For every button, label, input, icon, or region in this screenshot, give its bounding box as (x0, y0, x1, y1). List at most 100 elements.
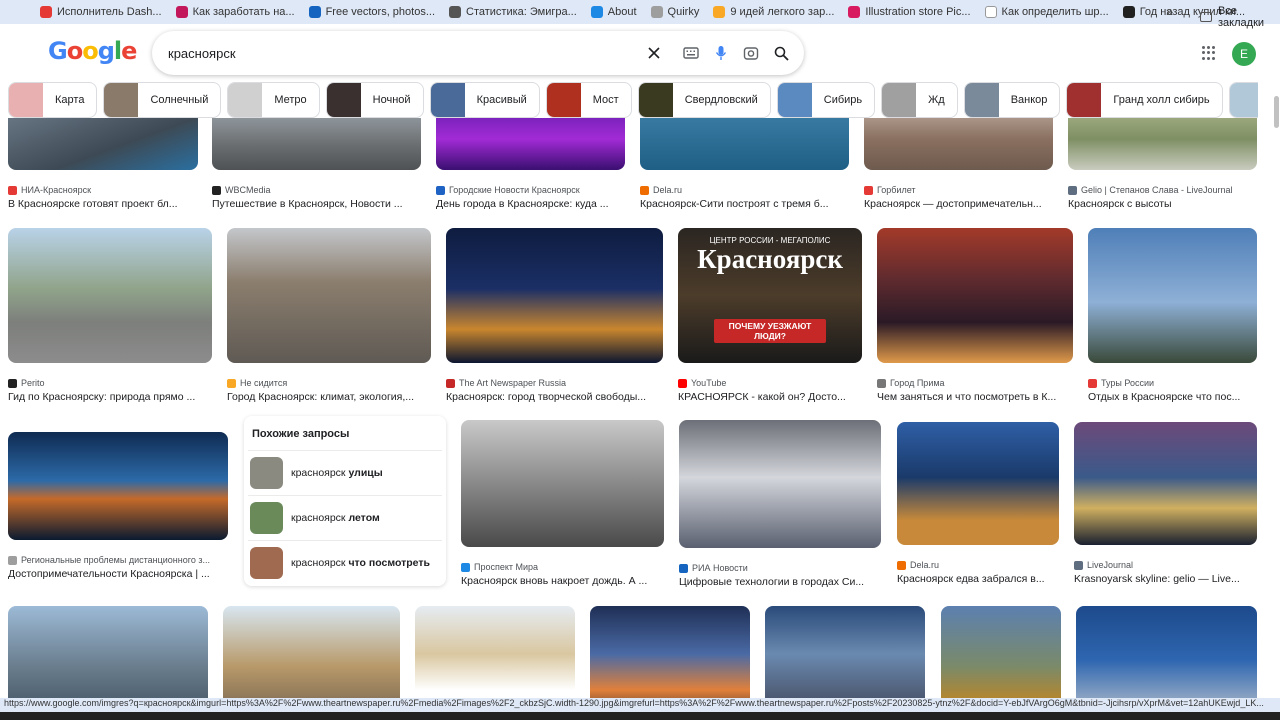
result-thumbnail[interactable] (212, 118, 421, 170)
result-thumbnail[interactable] (1068, 118, 1257, 170)
filter-chip[interactable]: Сибирь (776, 82, 876, 118)
result-thumbnail[interactable] (1074, 422, 1257, 545)
result-source[interactable]: НИА-Красноярск (8, 185, 198, 195)
result-title[interactable]: Город Красноярск: климат, экология,... (227, 391, 431, 403)
result-title[interactable]: Красноярск: город творческой свободы... (446, 391, 663, 403)
bookmark-item[interactable]: Free vectors, photos... (308, 6, 435, 18)
bookmark-item[interactable]: Как определить шр... (984, 6, 1109, 18)
related-search-item[interactable]: красноярск летом (248, 495, 442, 539)
result-thumbnail[interactable]: ЦЕНТР РОССИИ - МЕГАПОЛИС Красноярск ПОЧЕМУ… (678, 228, 862, 363)
result-thumbnail[interactable] (227, 228, 431, 363)
image-result[interactable] (1076, 606, 1257, 698)
filter-chip[interactable]: Ванкор (963, 82, 1061, 118)
result-title[interactable]: Гид по Красноярску: природа прямо ... (8, 391, 212, 403)
result-thumbnail[interactable] (8, 228, 212, 363)
filter-chip[interactable]: Ночной (325, 82, 424, 118)
filter-chip[interactable]: Мост (545, 82, 632, 118)
bookmark-item[interactable]: About (590, 6, 637, 18)
image-result[interactable] (461, 420, 664, 547)
result-title[interactable]: Цифровые технологии в городах Си... (679, 576, 881, 588)
keyboard-icon[interactable] (680, 42, 702, 64)
result-source[interactable]: РИА Новости (679, 563, 881, 573)
image-result[interactable] (897, 422, 1059, 545)
bookmark-item[interactable]: Статистика: Эмигра... (449, 6, 577, 18)
filter-chip[interactable]: Гранд холл сибирь (1066, 82, 1223, 118)
result-title[interactable]: Красноярск едва забрался в... (897, 573, 1059, 585)
image-result[interactable] (1068, 118, 1257, 170)
result-thumbnail[interactable] (436, 118, 625, 170)
image-result[interactable] (227, 228, 431, 363)
result-thumbnail[interactable] (590, 606, 750, 698)
result-title[interactable]: КРАСНОЯРСК - какой он? Досто... (678, 391, 862, 403)
result-source[interactable]: Проспект Мира (461, 562, 664, 572)
camera-lens-icon[interactable] (740, 42, 762, 64)
result-title[interactable]: Красноярск — достопримечательн... (864, 198, 1053, 210)
result-source[interactable]: Gelio | Степанов Слава - LiveJournal (1068, 185, 1257, 195)
image-result[interactable] (877, 228, 1073, 363)
filter-chip[interactable]: Солнечный (103, 82, 222, 118)
result-source[interactable]: Горбилет (864, 185, 1053, 195)
bookmark-item[interactable]: 9 идей легкого зар... (713, 6, 834, 18)
google-logo[interactable]: Google (48, 37, 137, 65)
result-title[interactable]: Krasnoyarsk skyline: gelio — Live... (1074, 573, 1257, 585)
filter-chip[interactable]: Зи (1228, 82, 1258, 118)
related-search-item[interactable]: красноярск что посмотреть (248, 540, 442, 584)
image-result[interactable] (1088, 228, 1257, 363)
avatar[interactable]: E (1232, 42, 1256, 66)
result-thumbnail[interactable] (223, 606, 400, 698)
result-title[interactable]: Чем заняться и что посмотреть в К... (877, 391, 1073, 403)
filter-chip[interactable]: Свердловский (637, 82, 771, 118)
result-source[interactable]: Туры России (1088, 378, 1257, 388)
result-thumbnail[interactable] (1076, 606, 1257, 698)
result-source[interactable]: Региональные проблемы дистанционного з..… (8, 555, 228, 565)
result-title[interactable]: Красноярск-Сити построят с тремя б... (640, 198, 849, 210)
image-result[interactable] (223, 606, 400, 698)
image-result[interactable] (212, 118, 421, 170)
bookmark-item[interactable]: Illustration store Pic... (848, 6, 971, 18)
image-result[interactable] (765, 606, 925, 698)
microphone-icon[interactable] (710, 42, 732, 64)
result-title[interactable]: Путешествие в Красноярск, Новости ... (212, 198, 421, 210)
result-thumbnail[interactable] (679, 420, 881, 548)
result-thumbnail[interactable] (941, 606, 1061, 698)
result-source[interactable]: Dela.ru (897, 560, 1059, 570)
image-result[interactable] (446, 228, 663, 363)
result-title[interactable]: Достопримечательности Красноярска | ... (8, 568, 228, 580)
image-result[interactable] (8, 606, 208, 698)
result-title[interactable]: Отдых в Красноярске что пос... (1088, 391, 1257, 403)
clear-icon[interactable] (643, 42, 665, 64)
google-apps-icon[interactable] (1202, 46, 1216, 60)
filter-chip[interactable]: Карта (8, 82, 98, 118)
result-source[interactable]: Город Прима (877, 378, 1073, 388)
result-thumbnail[interactable] (864, 118, 1053, 170)
filter-chip[interactable]: Жд (881, 82, 958, 118)
bookmark-item[interactable]: Исполнитель Dash... (40, 6, 162, 18)
filter-chip[interactable]: Красивый (429, 82, 540, 118)
result-thumbnail[interactable] (765, 606, 925, 698)
image-result[interactable] (640, 118, 849, 170)
result-thumbnail[interactable] (1088, 228, 1257, 363)
result-title[interactable]: В Красноярске готовят проект бл... (8, 198, 198, 210)
bookmark-item[interactable]: Quirky (650, 6, 699, 18)
result-thumbnail[interactable] (897, 422, 1059, 545)
result-title[interactable]: День города в Красноярске: куда ... (436, 198, 625, 210)
bookmark-item[interactable]: Как заработать на... (175, 6, 295, 18)
image-result[interactable] (590, 606, 750, 698)
result-thumbnail[interactable] (8, 432, 228, 540)
result-thumbnail[interactable] (8, 606, 208, 698)
image-result[interactable] (8, 228, 212, 363)
image-result[interactable] (415, 606, 575, 698)
image-result[interactable]: ЦЕНТР РОССИИ - МЕГАПОЛИС Красноярск ПОЧЕМУ… (678, 228, 862, 363)
search-icon[interactable] (770, 42, 792, 64)
image-result[interactable] (941, 606, 1061, 698)
image-result[interactable] (1074, 422, 1257, 545)
result-thumbnail[interactable] (877, 228, 1073, 363)
search-input[interactable] (168, 45, 638, 61)
result-thumbnail[interactable] (8, 118, 198, 170)
result-source[interactable]: Не сидится (227, 378, 431, 388)
result-thumbnail[interactable] (640, 118, 849, 170)
image-result[interactable] (436, 118, 625, 170)
result-source[interactable]: Dela.ru (640, 185, 849, 195)
image-result[interactable] (679, 420, 881, 548)
filter-chip[interactable]: Метро (227, 82, 320, 118)
